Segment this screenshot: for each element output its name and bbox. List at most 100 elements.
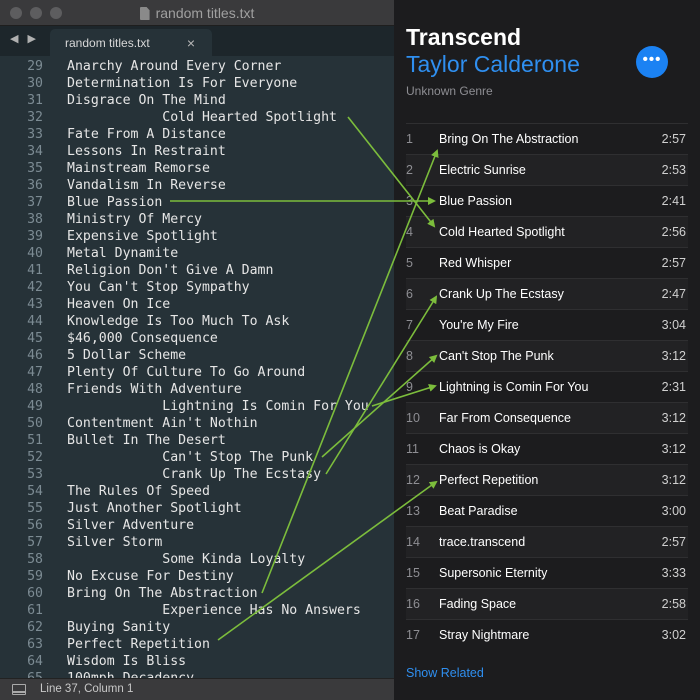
code-line: 59 No Excuse For Destiny [0,568,394,585]
track-row[interactable]: 13 Beat Paradise 3:00 [406,495,688,526]
line-text: Mainstream Remorse [67,161,210,176]
document-icon [139,7,150,20]
track-row[interactable]: 17 Stray Nightmare 3:02 [406,619,688,650]
line-number: 37 [27,195,43,210]
line-number: 48 [27,382,43,397]
track-duration: 2:57 [661,256,686,270]
line-text: Can't Stop The Punk [67,450,314,465]
track-name: trace.transcend [439,535,526,549]
track-number: 3 [406,194,413,208]
line-text: Perfect Repetition [67,637,210,652]
code-area[interactable]: 29 Anarchy Around Every Corner 30 Determina… [0,58,394,687]
code-line: 33 Fate From A Distance [0,126,394,143]
track-number: 12 [406,473,420,487]
track-name: Stray Nightmare [439,628,530,642]
track-name: Cold Hearted Spotlight [439,225,565,239]
line-number: 39 [27,229,43,244]
tab-nav-arrows-icon[interactable]: ◀ ▶ [10,32,39,45]
track-row[interactable]: 4 Cold Hearted Spotlight 2:56 [406,216,688,247]
line-number: 61 [27,603,43,618]
line-number: 41 [27,263,43,278]
track-row[interactable]: 8 Can't Stop The Punk 3:12 [406,340,688,371]
line-text: Cold Hearted Spotlight [67,110,337,125]
code-line: 49 Lightning Is Comin For You [0,398,394,415]
tab-random-titles[interactable]: random titles.txt × [50,29,212,56]
code-line: 30 Determination Is For Everyone [0,75,394,92]
track-row[interactable]: 5 Red Whisper 2:57 [406,247,688,278]
track-row[interactable]: 10 Far From Consequence 3:12 [406,402,688,433]
line-number: 46 [27,348,43,363]
line-text: Fate From A Distance [67,127,226,142]
tab-label: random titles.txt [65,36,150,50]
track-row[interactable]: 12 Perfect Repetition 3:12 [406,464,688,495]
line-number: 38 [27,212,43,227]
line-text: Lessons In Restraint [67,144,226,159]
code-line: 37 Blue Passion [0,194,394,211]
line-number: 43 [27,297,43,312]
line-text: Ministry Of Mercy [67,212,202,227]
line-text: Disgrace On The Mind [67,93,226,108]
line-text: Metal Dynamite [67,246,179,261]
line-number: 40 [27,246,43,261]
track-duration: 3:12 [661,473,686,487]
code-line: 55 Just Another Spotlight [0,500,394,517]
track-number: 4 [406,225,413,239]
track-row[interactable]: 16 Fading Space 2:58 [406,588,688,619]
track-row[interactable]: 15 Supersonic Eternity 3:33 [406,557,688,588]
window-title-text: random titles.txt [155,5,255,21]
track-name: Bring On The Abstraction [439,132,579,146]
line-text: Anarchy Around Every Corner [67,59,282,74]
track-duration: 3:33 [661,566,686,580]
code-line: 56 Silver Adventure [0,517,394,534]
track-duration: 2:41 [661,194,686,208]
line-number: 59 [27,569,43,584]
show-related-link[interactable]: Show Related [406,666,484,680]
track-name: Crank Up The Ecstasy [439,287,564,301]
track-number: 11 [406,442,419,456]
line-text: The Rules Of Speed [67,484,210,499]
track-row[interactable]: 2 Electric Sunrise 2:53 [406,154,688,185]
track-duration: 3:12 [661,442,686,456]
line-text: Plenty Of Culture To Go Around [67,365,306,380]
code-line: 38 Ministry Of Mercy [0,211,394,228]
more-options-button[interactable]: ••• [636,46,668,78]
track-row[interactable]: 6 Crank Up The Ecstasy 2:47 [406,278,688,309]
line-number: 30 [27,76,43,91]
track-number: 8 [406,349,413,363]
line-text: Vandalism In Reverse [67,178,226,193]
track-row[interactable]: 7 You're My Fire 3:04 [406,309,688,340]
line-number: 64 [27,654,43,669]
line-text: Bring On The Abstraction [67,586,258,601]
line-text: Determination Is For Everyone [67,76,298,91]
track-row[interactable]: 3 Blue Passion 2:41 [406,185,688,216]
code-line: 50 Contentment Ain't Nothin [0,415,394,432]
track-row[interactable]: 1 Bring On The Abstraction 2:57 [406,123,688,154]
line-text: Expensive Spotlight [67,229,218,244]
track-number: 13 [406,504,420,518]
tab-close-icon[interactable]: × [187,35,195,51]
track-duration: 2:57 [661,132,686,146]
editor-titlebar: random titles.txt [0,0,394,26]
line-number: 54 [27,484,43,499]
line-number: 62 [27,620,43,635]
track-row[interactable]: 9 Lightning is Comin For You 2:31 [406,371,688,402]
line-text: $46,000 Consequence [67,331,218,346]
code-line: 61 Experience Has No Answers [0,602,394,619]
track-name: Lightning is Comin For You [439,380,589,394]
track-duration: 2:31 [661,380,686,394]
code-line: 51 Bullet In The Desert [0,432,394,449]
code-line: 58 Some Kinda Loyalty [0,551,394,568]
line-number: 63 [27,637,43,652]
line-text: Some Kinda Loyalty [67,552,306,567]
track-row[interactable]: 14 trace.transcend 2:57 [406,526,688,557]
line-text: No Excuse For Destiny [67,569,234,584]
tab-bar: ◀ ▶ random titles.txt × [0,26,394,56]
line-text: Religion Don't Give A Damn [67,263,274,278]
track-name: Beat Paradise [439,504,518,518]
artist-link[interactable]: Taylor Calderone [406,51,580,78]
track-row[interactable]: 11 Chaos is Okay 3:12 [406,433,688,464]
code-line: 43 Heaven On Ice [0,296,394,313]
line-number: 58 [27,552,43,567]
panel-toggle-icon[interactable] [12,684,26,695]
track-number: 9 [406,380,413,394]
